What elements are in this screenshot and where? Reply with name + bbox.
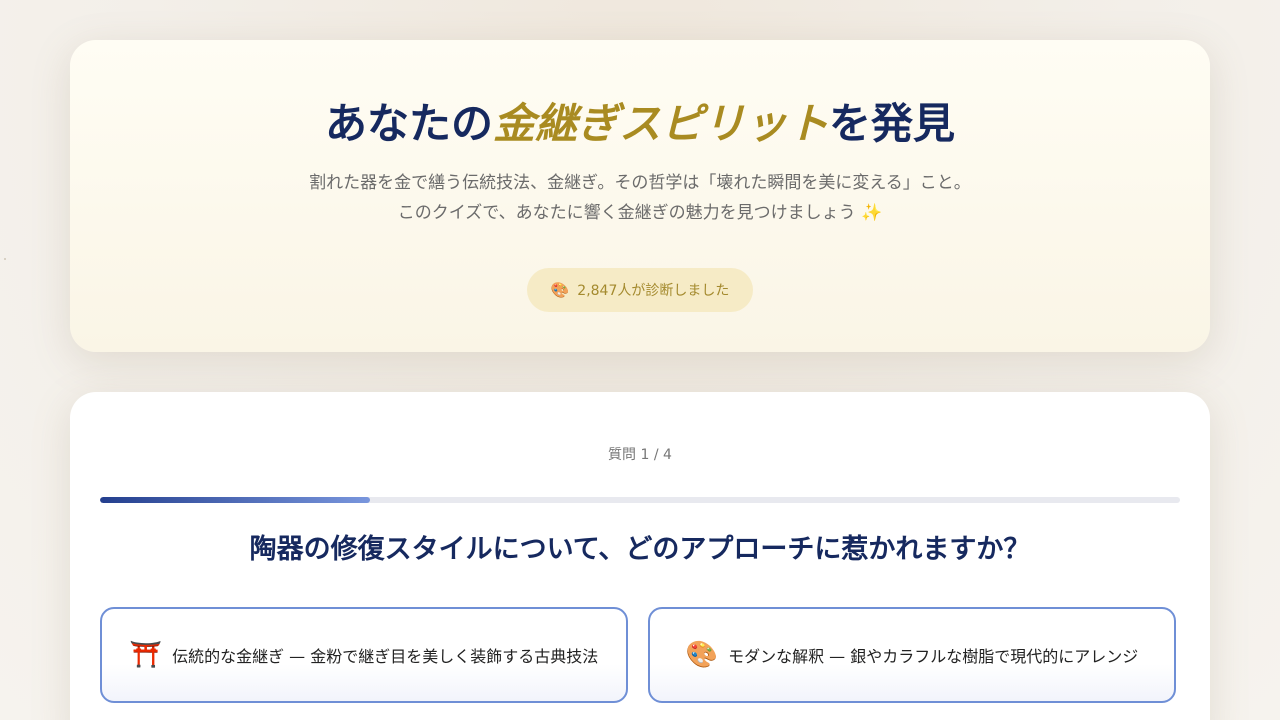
description-line-1: 割れた器を金で繕う伝統技法、金継ぎ。その哲学は「壊れた瞬間を美に変える」こと。 [309,173,971,193]
option-label: モダンな解釈 — 銀やカラフルな樹脂で現代的にアレンジ [728,647,1139,666]
option-traditional[interactable]: ⛩️ 伝統的な金継ぎ — 金粉で継ぎ目を美しく装飾する古典技法 [100,607,628,703]
title-suffix: を発見 [829,99,956,148]
decorative-dot [4,258,6,260]
description-line-2: このクイズで、あなたに響く金継ぎの魅力を見つけましょう ✨ [397,203,883,223]
hero-card: あなたの金継ぎスピリットを発見 割れた器を金で繕う伝統技法、金継ぎ。その哲学は「… [70,40,1210,352]
option-modern[interactable]: 🎨 モダンな解釈 — 銀やカラフルな樹脂で現代的にアレンジ [648,607,1176,703]
title-accent: 金継ぎスピリット [492,99,829,148]
quiz-card: 質問 1 / 4 陶器の修復スタイルについて、どのアプローチに惹かれますか？ ⛩… [70,392,1210,720]
page-title: あなたの金継ぎスピリットを発見 [70,96,1210,152]
palette-icon: 🎨 [685,640,719,670]
option-label: 伝統的な金継ぎ — 金粉で継ぎ目を美しく装飾する古典技法 [172,647,599,666]
progress-bar [100,497,1180,503]
question-text: 陶器の修復スタイルについて、どのアプローチに惹かれますか？ [249,534,1031,565]
torii-icon: ⛩️ [129,640,163,670]
question-counter: 質問 1 / 4 [608,447,672,463]
title-prefix: あなたの [324,99,493,148]
palette-icon: 🎨 [550,281,570,299]
participants-badge: 🎨 2,847人が診断しました [527,268,753,312]
hero-description: 割れた器を金で繕う伝統技法、金継ぎ。その哲学は「壊れた瞬間を美に変える」こと。 … [70,168,1210,228]
progress-bar-fill [100,497,370,503]
participants-count: 2,847人が診断しました [577,283,730,299]
